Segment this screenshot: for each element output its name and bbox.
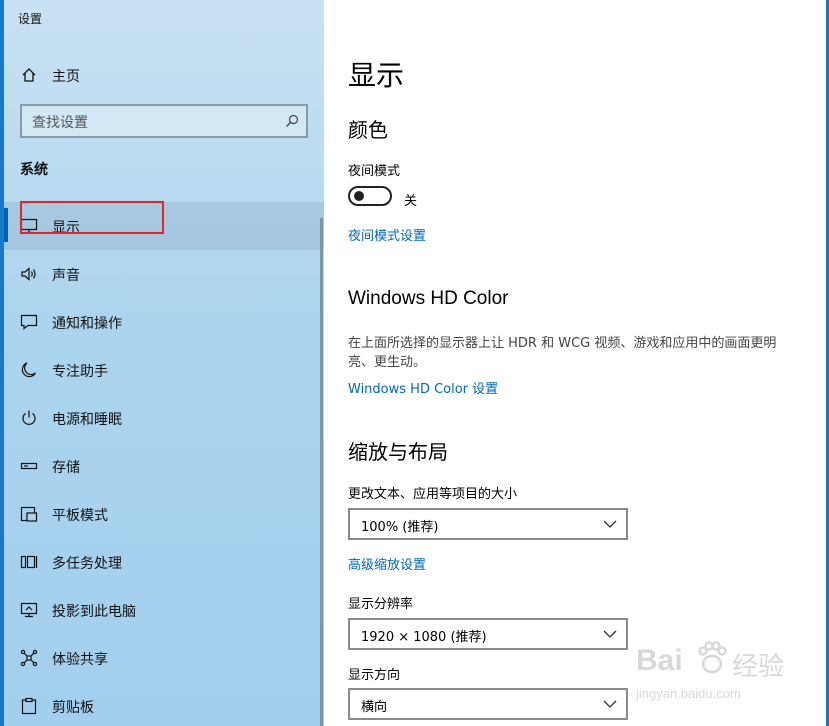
resolution-value: 1920 × 1080 (推荐) [361, 630, 487, 645]
nav-item-storage[interactable]: 存储 [4, 442, 324, 490]
speaker-icon [21, 267, 36, 281]
baidu-watermark: Bai 经验 jingyan.baidu.com [636, 636, 816, 720]
app-title: 设置 [18, 12, 43, 26]
chevron-down-icon [603, 520, 617, 528]
section-label-system: 系统 [20, 162, 48, 178]
home-icon [22, 68, 36, 82]
clipboard-icon [21, 697, 37, 715]
nav-item-label: 声音 [52, 268, 80, 284]
main-content: 显示 颜色 夜间模式 关 夜间模式设置 Windows HD Color 在上面… [324, 0, 826, 726]
page-title: 显示 [348, 59, 405, 92]
advanced-scaling-link[interactable]: 高级缩放设置 [348, 554, 426, 573]
nav-item-project[interactable]: 投影到此电脑 [4, 586, 324, 634]
nav-item-label: 平板模式 [52, 508, 108, 524]
paw-icon [698, 641, 727, 674]
moon-icon [21, 362, 37, 378]
share-icon [20, 649, 38, 667]
text-size-select[interactable]: 100% (推荐) [348, 508, 628, 540]
chevron-down-icon [603, 630, 617, 638]
night-mode-settings-link[interactable]: 夜间模式设置 [348, 225, 426, 244]
watermark-jingyan: 经验 [732, 651, 785, 681]
storage-icon [20, 462, 38, 470]
toggle-knob [354, 191, 364, 201]
nav-item-label: 剪贴板 [52, 700, 94, 716]
section-heading-hd-color: Windows HD Color [348, 288, 509, 309]
resolution-label: 显示分辨率 [348, 597, 414, 612]
nav-item-tablet-mode[interactable]: 平板模式 [4, 490, 324, 538]
watermark-brand: Bai [636, 644, 683, 677]
nav-item-notifications[interactable]: 通知和操作 [4, 298, 324, 346]
project-icon [20, 602, 38, 618]
search-icon[interactable] [285, 114, 299, 128]
text-size-label: 更改文本、应用等项目的大小 [348, 487, 518, 502]
chevron-down-icon [603, 700, 617, 708]
nav-item-label: 存储 [52, 460, 80, 476]
section-heading-color: 颜色 [348, 118, 388, 142]
sidebar-scrollbar[interactable] [320, 218, 323, 726]
sidebar: 设置 主页 查找设置 系统 显示 声音 通知和操作 专注助手 电源和睡眠 存储 … [4, 0, 324, 726]
section-heading-scale-layout: 缩放与布局 [348, 440, 448, 464]
nav-item-label: 体验共享 [52, 652, 108, 668]
watermark-url: jingyan.baidu.com [636, 686, 741, 701]
night-mode-state: 关 [404, 194, 418, 209]
orientation-select[interactable]: 横向 [348, 688, 628, 720]
message-icon [20, 314, 38, 330]
orientation-value: 横向 [361, 700, 388, 715]
nav-item-label: 电源和睡眠 [52, 412, 122, 428]
search-input[interactable]: 查找设置 [20, 104, 308, 138]
nav-item-multitasking[interactable]: 多任务处理 [4, 538, 324, 586]
nav-item-sound[interactable]: 声音 [4, 250, 324, 298]
nav-home[interactable]: 主页 [4, 56, 324, 94]
nav-item-clipboard[interactable]: 剪贴板 [4, 682, 324, 726]
search-placeholder: 查找设置 [32, 115, 88, 131]
annotation-highlight-box [20, 201, 164, 234]
orientation-label: 显示方向 [348, 668, 401, 683]
nav-home-label: 主页 [52, 69, 80, 85]
nav-item-focus-assist[interactable]: 专注助手 [4, 346, 324, 394]
text-size-value: 100% (推荐) [361, 520, 439, 535]
night-mode-toggle[interactable] [348, 186, 392, 206]
nav-item-label: 专注助手 [52, 364, 108, 380]
active-indicator [4, 208, 8, 242]
nav-item-power-sleep[interactable]: 电源和睡眠 [4, 394, 324, 442]
hd-color-description: 在上面所选择的显示器上让 HDR 和 WCG 视频、游戏和应用中的画面更明亮、更… [348, 336, 777, 370]
hd-color-settings-link[interactable]: Windows HD Color 设置 [348, 378, 498, 397]
power-icon [22, 410, 36, 425]
night-mode-label: 夜间模式 [348, 164, 401, 179]
tablet-icon [20, 506, 38, 522]
nav-item-shared-experiences[interactable]: 体验共享 [4, 634, 324, 682]
nav-item-label: 通知和操作 [52, 316, 122, 332]
nav-item-label: 多任务处理 [52, 556, 122, 572]
resolution-select[interactable]: 1920 × 1080 (推荐) [348, 618, 628, 650]
nav-list: 显示 声音 通知和操作 专注助手 电源和睡眠 存储 平板模式 多任务处理 投影到… [4, 202, 324, 726]
nav-item-label: 投影到此电脑 [52, 604, 136, 620]
multitask-icon [20, 555, 38, 569]
